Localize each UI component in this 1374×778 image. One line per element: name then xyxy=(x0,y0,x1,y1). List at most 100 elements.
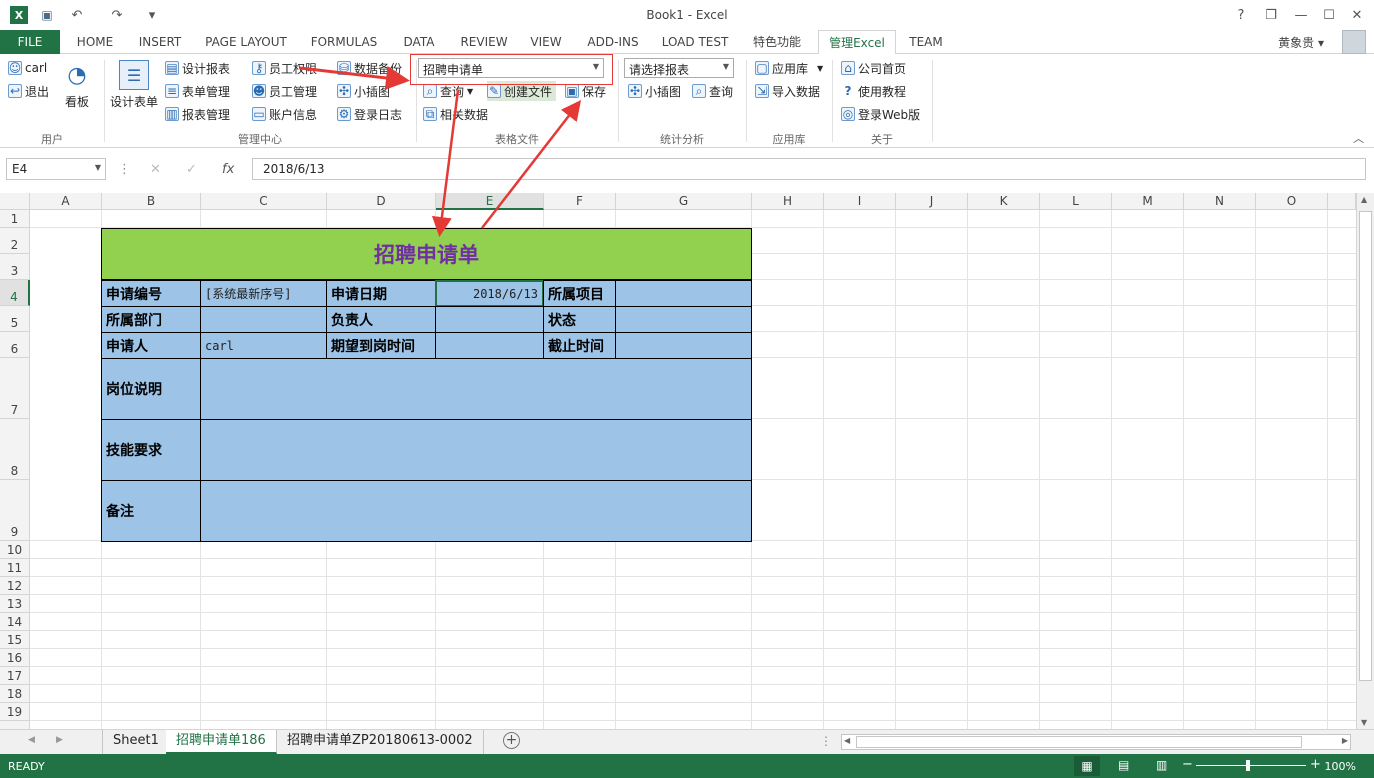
avatar[interactable] xyxy=(1342,30,1366,54)
maximize-icon[interactable]: ☐ xyxy=(1320,6,1338,24)
sheet-tab-recruit-186[interactable]: 招聘申请单186 xyxy=(166,730,277,754)
label-apply-date[interactable]: 申请日期 xyxy=(326,280,436,307)
add-sheet-icon[interactable]: + xyxy=(503,732,520,749)
name-box[interactable]: E4 ▼ xyxy=(6,158,106,180)
vertical-scrollbar[interactable]: ▲ ▼ xyxy=(1356,193,1374,729)
company-home-button[interactable]: ⌂ 公司首页 xyxy=(841,58,906,78)
report-select-combo[interactable]: 请选择报表 ▼ xyxy=(624,58,734,78)
label-applicant[interactable]: 申请人 xyxy=(101,332,201,359)
row-header-2[interactable]: 2 xyxy=(0,228,30,254)
collapse-ribbon-icon[interactable]: ︿ xyxy=(1353,130,1364,146)
logout-button[interactable]: ↩ 退出 xyxy=(8,81,49,101)
scroll-down-icon[interactable]: ▼ xyxy=(1361,718,1367,727)
cell-job-desc[interactable] xyxy=(200,358,752,420)
row-header-9[interactable]: 9 xyxy=(0,480,30,541)
scroll-thumb[interactable] xyxy=(856,736,1302,748)
help-icon[interactable]: ? xyxy=(1232,6,1250,24)
row-header-10[interactable]: 10 xyxy=(0,541,30,559)
cell-skills[interactable] xyxy=(200,419,752,481)
row-header-5[interactable]: 5 xyxy=(0,306,30,332)
row-header-11[interactable]: 11 xyxy=(0,559,30,577)
backup-button[interactable]: ⛁ 数据备份 xyxy=(337,58,402,78)
cell-project[interactable] xyxy=(615,280,752,307)
cell-owner[interactable] xyxy=(435,306,544,333)
report-manage-button[interactable]: ▥ 报表管理 xyxy=(165,104,230,124)
tab-add-ins[interactable]: ADD-INS xyxy=(580,30,646,54)
sheet-next-icon[interactable]: ▶ xyxy=(56,735,63,745)
row-header-3[interactable]: 3 xyxy=(0,254,30,280)
tab-special[interactable]: 特色功能 xyxy=(744,30,810,54)
row-header-8[interactable]: 8 xyxy=(0,419,30,480)
design-form-button[interactable]: ☰ 设计表单 xyxy=(110,60,158,110)
user-account[interactable]: 黄象贵 ▾ xyxy=(1278,34,1324,51)
app-lib-button[interactable]: ▢ 应用库 ▼ xyxy=(755,58,823,78)
sheet-prev-icon[interactable]: ◀ xyxy=(28,735,35,745)
tab-page-layout[interactable]: PAGE LAYOUT xyxy=(198,30,294,54)
column-header-n[interactable]: N xyxy=(1184,193,1256,210)
form-manage-button[interactable]: ≡ 表单管理 xyxy=(165,81,230,101)
tab-manage-excel[interactable]: 管理Excel xyxy=(818,30,896,55)
emp-permission-button[interactable]: ⚷ 员工权限 xyxy=(252,58,317,78)
account-info-button[interactable]: ▭ 账户信息 xyxy=(252,104,317,124)
cell-apply-no[interactable]: [系统最新序号] xyxy=(200,280,327,307)
fx-icon[interactable]: fx xyxy=(222,162,234,177)
label-department[interactable]: 所属部门 xyxy=(101,306,201,333)
tab-insert[interactable]: INSERT xyxy=(132,30,188,54)
row-header-16[interactable]: 16 xyxy=(0,649,30,667)
row-header-6[interactable]: 6 xyxy=(0,332,30,358)
form-title[interactable]: 招聘申请单 xyxy=(101,228,752,280)
related-data-button[interactable]: ⧉ 相关数据 xyxy=(423,104,488,124)
column-header-o[interactable]: O xyxy=(1256,193,1328,210)
cell-applicant[interactable]: carl xyxy=(200,332,327,359)
row-header-18[interactable]: 18 xyxy=(0,685,30,703)
column-header-g[interactable]: G xyxy=(616,193,752,210)
column-header-l[interactable]: L xyxy=(1040,193,1112,210)
column-header-m[interactable]: M xyxy=(1112,193,1184,210)
stats-query-button[interactable]: ⌕ 查询 xyxy=(692,81,733,101)
import-data-button[interactable]: ⇲ 导入数据 xyxy=(755,81,820,101)
column-header-d[interactable]: D xyxy=(327,193,436,210)
stats-small-plugin-button[interactable]: ✣ 小插图 xyxy=(628,81,681,101)
row-header-12[interactable]: 12 xyxy=(0,577,30,595)
spreadsheet-grid[interactable]: A B C D E F G H I J K L M N O 1 2 3 4 5 … xyxy=(0,193,1356,729)
zoom-out-icon[interactable]: − xyxy=(1182,757,1193,772)
row-header-14[interactable]: 14 xyxy=(0,613,30,631)
board-button[interactable]: ◔ 看板 xyxy=(62,60,92,110)
tab-review[interactable]: REVIEW xyxy=(454,30,514,54)
column-header-i[interactable]: I xyxy=(824,193,896,210)
row-header-4[interactable]: 4 xyxy=(0,280,30,306)
cell-department[interactable] xyxy=(200,306,327,333)
label-deadline[interactable]: 截止时间 xyxy=(543,332,616,359)
tab-home[interactable]: HOME xyxy=(68,30,122,54)
tutorial-button[interactable]: ? 使用教程 xyxy=(841,81,907,101)
tab-data[interactable]: DATA xyxy=(394,30,444,54)
scroll-thumb[interactable] xyxy=(1359,211,1372,681)
label-skills[interactable]: 技能要求 xyxy=(101,419,201,481)
tab-formulas[interactable]: FORMULAS xyxy=(304,30,384,54)
label-job-desc[interactable]: 岗位说明 xyxy=(101,358,201,420)
cell-deadline[interactable] xyxy=(615,332,752,359)
column-header-h[interactable]: H xyxy=(752,193,824,210)
row-header-1[interactable]: 1 xyxy=(0,210,30,228)
column-header-e[interactable]: E xyxy=(436,193,544,210)
scroll-left-icon[interactable]: ◀ xyxy=(844,736,850,745)
close-icon[interactable]: ✕ xyxy=(1348,6,1366,24)
row-header-19[interactable]: 19 xyxy=(0,703,30,721)
sheet-tab-sheet1[interactable]: Sheet1 xyxy=(102,730,170,754)
tab-load-test[interactable]: LOAD TEST xyxy=(656,30,734,54)
column-header-k[interactable]: K xyxy=(968,193,1040,210)
cancel-icon[interactable]: ✕ xyxy=(150,162,161,177)
column-header-c[interactable]: C xyxy=(201,193,327,210)
column-header-a[interactable]: A xyxy=(30,193,102,210)
label-apply-no[interactable]: 申请编号 xyxy=(101,280,201,307)
sheet-tab-recruit-zp[interactable]: 招聘申请单ZP20180613-0002 xyxy=(277,730,484,754)
cell-expected-arrival[interactable] xyxy=(435,332,544,359)
zoom-slider[interactable] xyxy=(1196,765,1306,766)
cell-apply-date[interactable]: 2018/6/13 xyxy=(435,280,544,307)
cell-remarks[interactable] xyxy=(200,480,752,542)
column-header-b[interactable]: B xyxy=(102,193,201,210)
normal-view-icon[interactable]: ▦ xyxy=(1074,756,1100,776)
zoom-level[interactable]: 100% xyxy=(1325,760,1356,773)
label-expected-arrival[interactable]: 期望到岗时间 xyxy=(326,332,436,359)
web-login-button[interactable]: ◎ 登录Web版 xyxy=(841,104,920,124)
